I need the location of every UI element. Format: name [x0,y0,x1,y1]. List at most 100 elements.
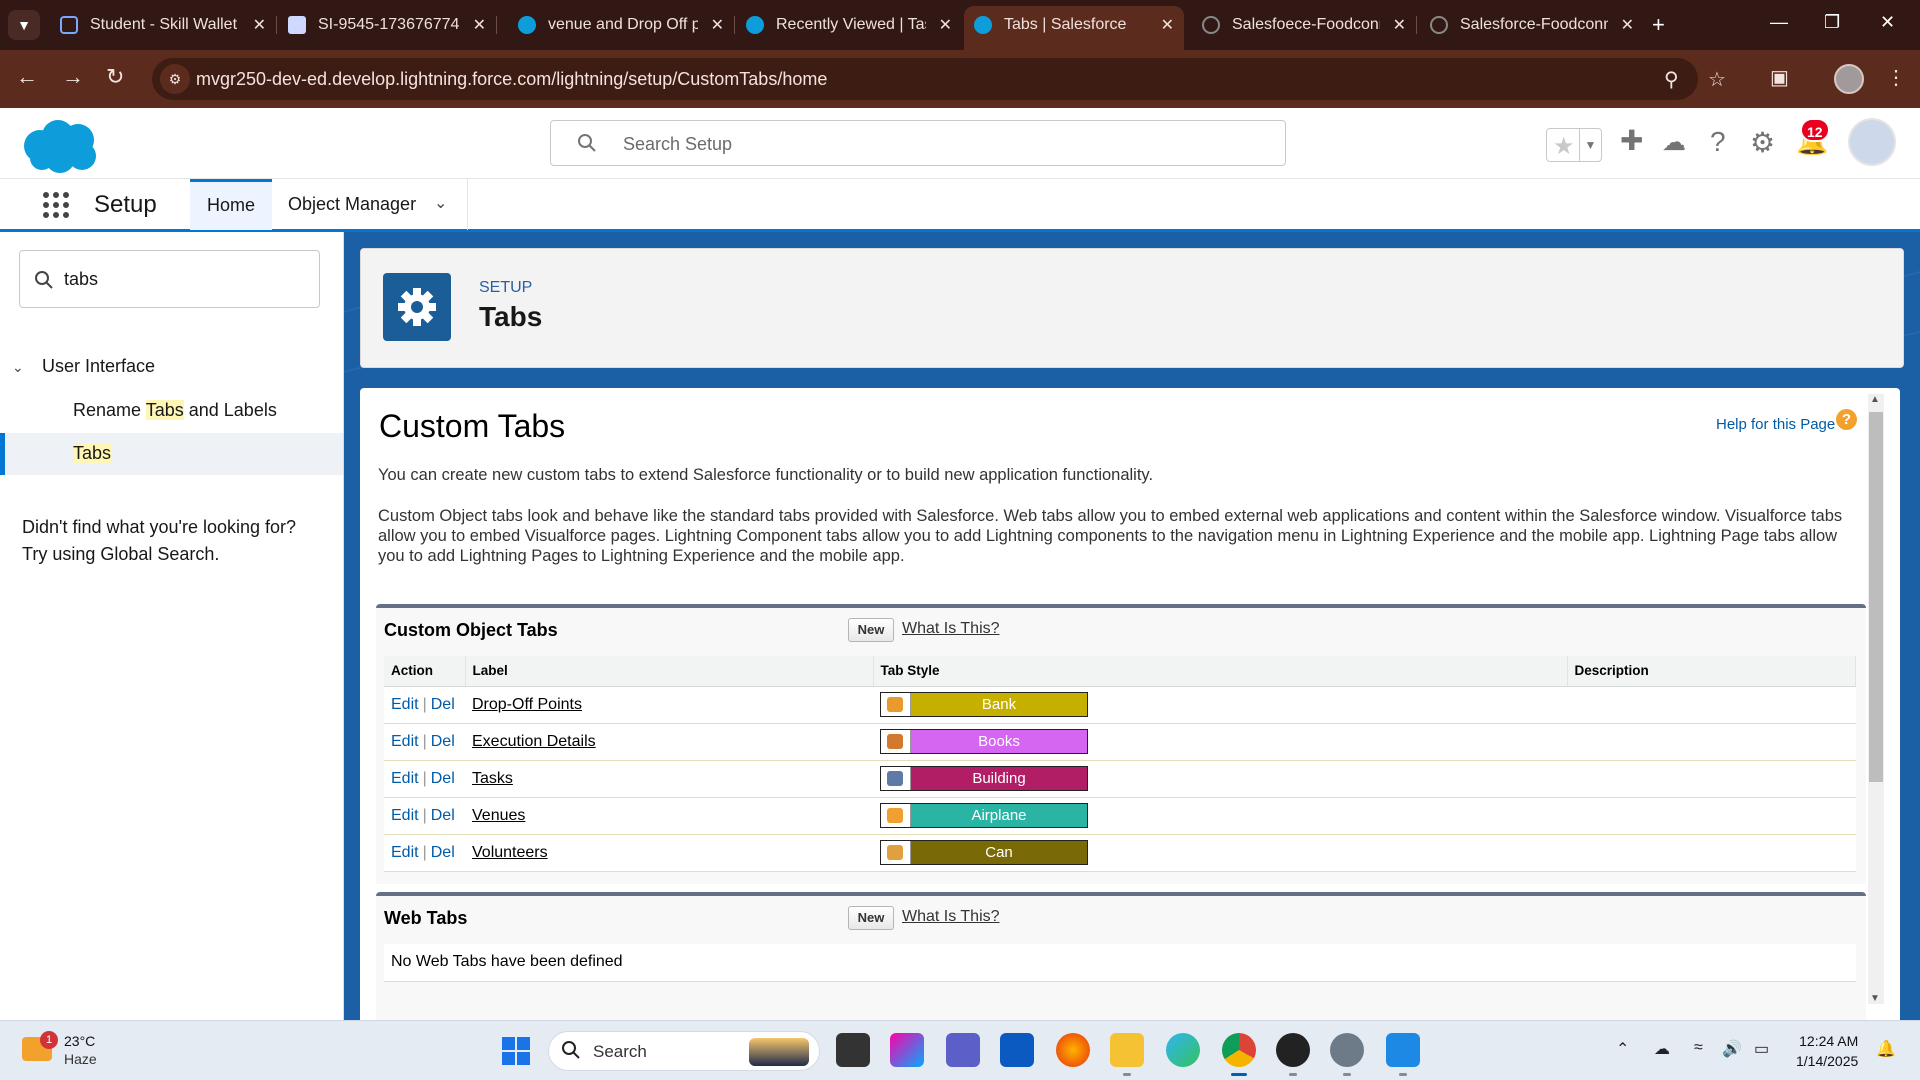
restore-icon[interactable]: ❐ [1824,12,1840,33]
teams-icon[interactable] [946,1033,980,1067]
bookmark-star-icon[interactable]: ☆ [1708,67,1726,92]
close-icon[interactable]: ✕ [1161,15,1174,35]
battery-icon[interactable]: ▭ [1754,1039,1769,1059]
close-icon[interactable]: ✕ [939,15,952,35]
search-icon [578,134,596,152]
close-icon[interactable]: ✕ [1393,15,1406,35]
tab-label-link[interactable]: Drop-Off Points [472,696,582,713]
nav-tab-home[interactable]: Home [190,179,272,230]
store-icon[interactable] [1000,1033,1034,1067]
delete-link[interactable]: Del [431,807,455,824]
help-question-icon[interactable]: ? [1836,409,1857,430]
tab-label-link[interactable]: Tasks [472,770,513,787]
close-window-icon[interactable]: ✕ [1880,12,1895,33]
file-explorer-icon[interactable] [1110,1033,1144,1076]
what-is-this-link[interactable]: What Is This? [902,908,1000,926]
browser-tab[interactable]: venue and Drop Off p ✕ [508,8,735,42]
tab-label-link[interactable]: Execution Details [472,733,596,750]
browser-profile-avatar[interactable] [1834,64,1864,94]
photos-icon[interactable] [1386,1033,1420,1076]
help-link[interactable]: Help for this Page [1716,416,1835,433]
close-icon[interactable]: ✕ [473,15,486,35]
chrome-icon[interactable] [1222,1033,1256,1076]
browser-tab[interactable]: Salesfoece-Foodconn ✕ [1192,8,1417,42]
scrollbar-thumb[interactable] [1869,412,1883,782]
trailhead-icon[interactable]: ☁ [1662,128,1686,157]
chevron-down-icon[interactable]: ▼ [1579,129,1601,161]
firefox-icon[interactable] [1056,1033,1090,1067]
edge-icon[interactable] [1166,1033,1200,1067]
windows-start-icon[interactable] [502,1037,530,1065]
volume-icon[interactable]: 🔊 [1722,1039,1742,1059]
tree-item-tabs[interactable]: Tabs [0,433,343,475]
help-icon[interactable]: ? [1710,126,1726,158]
onedrive-cloud-icon[interactable]: ☁ [1654,1039,1670,1059]
reload-icon[interactable]: ↻ [106,64,124,90]
close-icon[interactable]: ✕ [253,15,266,35]
delete-link[interactable]: Del [431,696,455,713]
notifications-bell-icon[interactable]: 🔔 [1876,1039,1896,1059]
custom-tabs-panel: Custom Tabs Help for this Page ? You can… [360,388,1900,1020]
tab-label-link[interactable]: Volunteers [472,844,548,861]
app-launcher-icon[interactable] [42,191,70,219]
chevron-down-icon[interactable]: ⌄ [12,359,28,376]
salesforce-logo[interactable] [20,118,102,174]
tree-item-rename-tabs-and-labels[interactable]: Rename Tabs and Labels [0,390,343,432]
copilot-icon[interactable] [890,1033,924,1067]
forward-icon[interactable]: → [62,64,84,90]
chevron-down-icon[interactable]: ⌄ [434,193,447,213]
search-highlight-image [749,1038,809,1066]
url-text[interactable]: mvgr250-dev-ed.develop.lightning.force.c… [196,69,827,90]
new-web-tab-button[interactable]: New [848,906,894,930]
zoom-icon[interactable]: ⚲ [1664,67,1679,92]
scroll-up-icon[interactable]: ▲ [1870,394,1880,405]
edit-link[interactable]: Edit [391,807,419,824]
extensions-icon[interactable]: ▣ [1770,65,1789,90]
browser-tab[interactable]: Recently Viewed | Tas ✕ [736,8,962,42]
edit-link[interactable]: Edit [391,733,419,750]
weather-widget[interactable]: 1 23°C Haze [22,1031,142,1071]
what-is-this-link[interactable]: What Is This? [902,620,1000,638]
edit-link[interactable]: Edit [391,844,419,861]
browser-tab[interactable]: Salesforce-Foodconn ✕ [1420,8,1644,42]
browser-tab[interactable]: Student - Skill Wallet ✕ [50,8,277,42]
tab-search-button[interactable]: ▼ [8,10,40,40]
back-icon[interactable]: ← [16,64,38,90]
show-hidden-icons-chevron-up-icon[interactable]: ⌃ [1616,1039,1629,1059]
app-name: Setup [94,191,157,218]
browser-tab-active[interactable]: Tabs | Salesforce ✕ [964,6,1184,50]
task-view-icon[interactable] [836,1033,870,1067]
minimize-icon[interactable]: — [1770,12,1788,33]
browser-tab[interactable]: SI-9545-1736767740 ✕ [278,8,497,42]
delete-link[interactable]: Del [431,733,455,750]
nav-tab-label: Object Manager [288,194,417,214]
delete-link[interactable]: Del [431,770,455,787]
taskbar-search[interactable]: Search [548,1031,820,1071]
wifi-icon[interactable]: ≈ [1694,1039,1703,1057]
global-actions-icon[interactable]: ✚ [1620,124,1643,157]
setup-gear-icon[interactable]: ⚙ [1750,126,1775,159]
close-icon[interactable]: ✕ [1621,15,1634,35]
delete-link[interactable]: Del [431,844,455,861]
site-info-icon[interactable]: ⚙ [160,64,190,94]
user-avatar[interactable] [1848,118,1896,166]
content-scrollbar[interactable]: ▲ ▼ [1868,394,1884,1004]
close-icon[interactable]: ✕ [711,15,724,35]
edit-link[interactable]: Edit [391,696,419,713]
settings-icon[interactable] [1330,1033,1364,1076]
media-player-icon[interactable] [1276,1033,1310,1076]
tree-node-user-interface[interactable]: ⌄ User Interface [12,356,155,377]
setup-search-input[interactable]: Search Setup [550,120,1286,166]
nav-tab-object-manager[interactable]: Object Manager ⌄ [272,179,468,230]
scroll-down-icon[interactable]: ▼ [1870,993,1880,1004]
system-clock[interactable]: 12:24 AM 1/14/2025 [1796,1031,1858,1071]
browser-menu-icon[interactable]: ⋮ [1886,65,1906,90]
quick-find-input[interactable]: tabs [19,250,320,308]
tab-label-link[interactable]: Venues [472,807,525,824]
page-header: SETUP Tabs [360,248,1904,368]
address-bar[interactable]: ⚙ mvgr250-dev-ed.develop.lightning.force… [152,58,1726,100]
new-tab-button[interactable]: + [1652,12,1665,38]
favorites-button[interactable]: ★ ▼ [1546,128,1602,162]
new-custom-object-tab-button[interactable]: New [848,618,894,642]
edit-link[interactable]: Edit [391,770,419,787]
